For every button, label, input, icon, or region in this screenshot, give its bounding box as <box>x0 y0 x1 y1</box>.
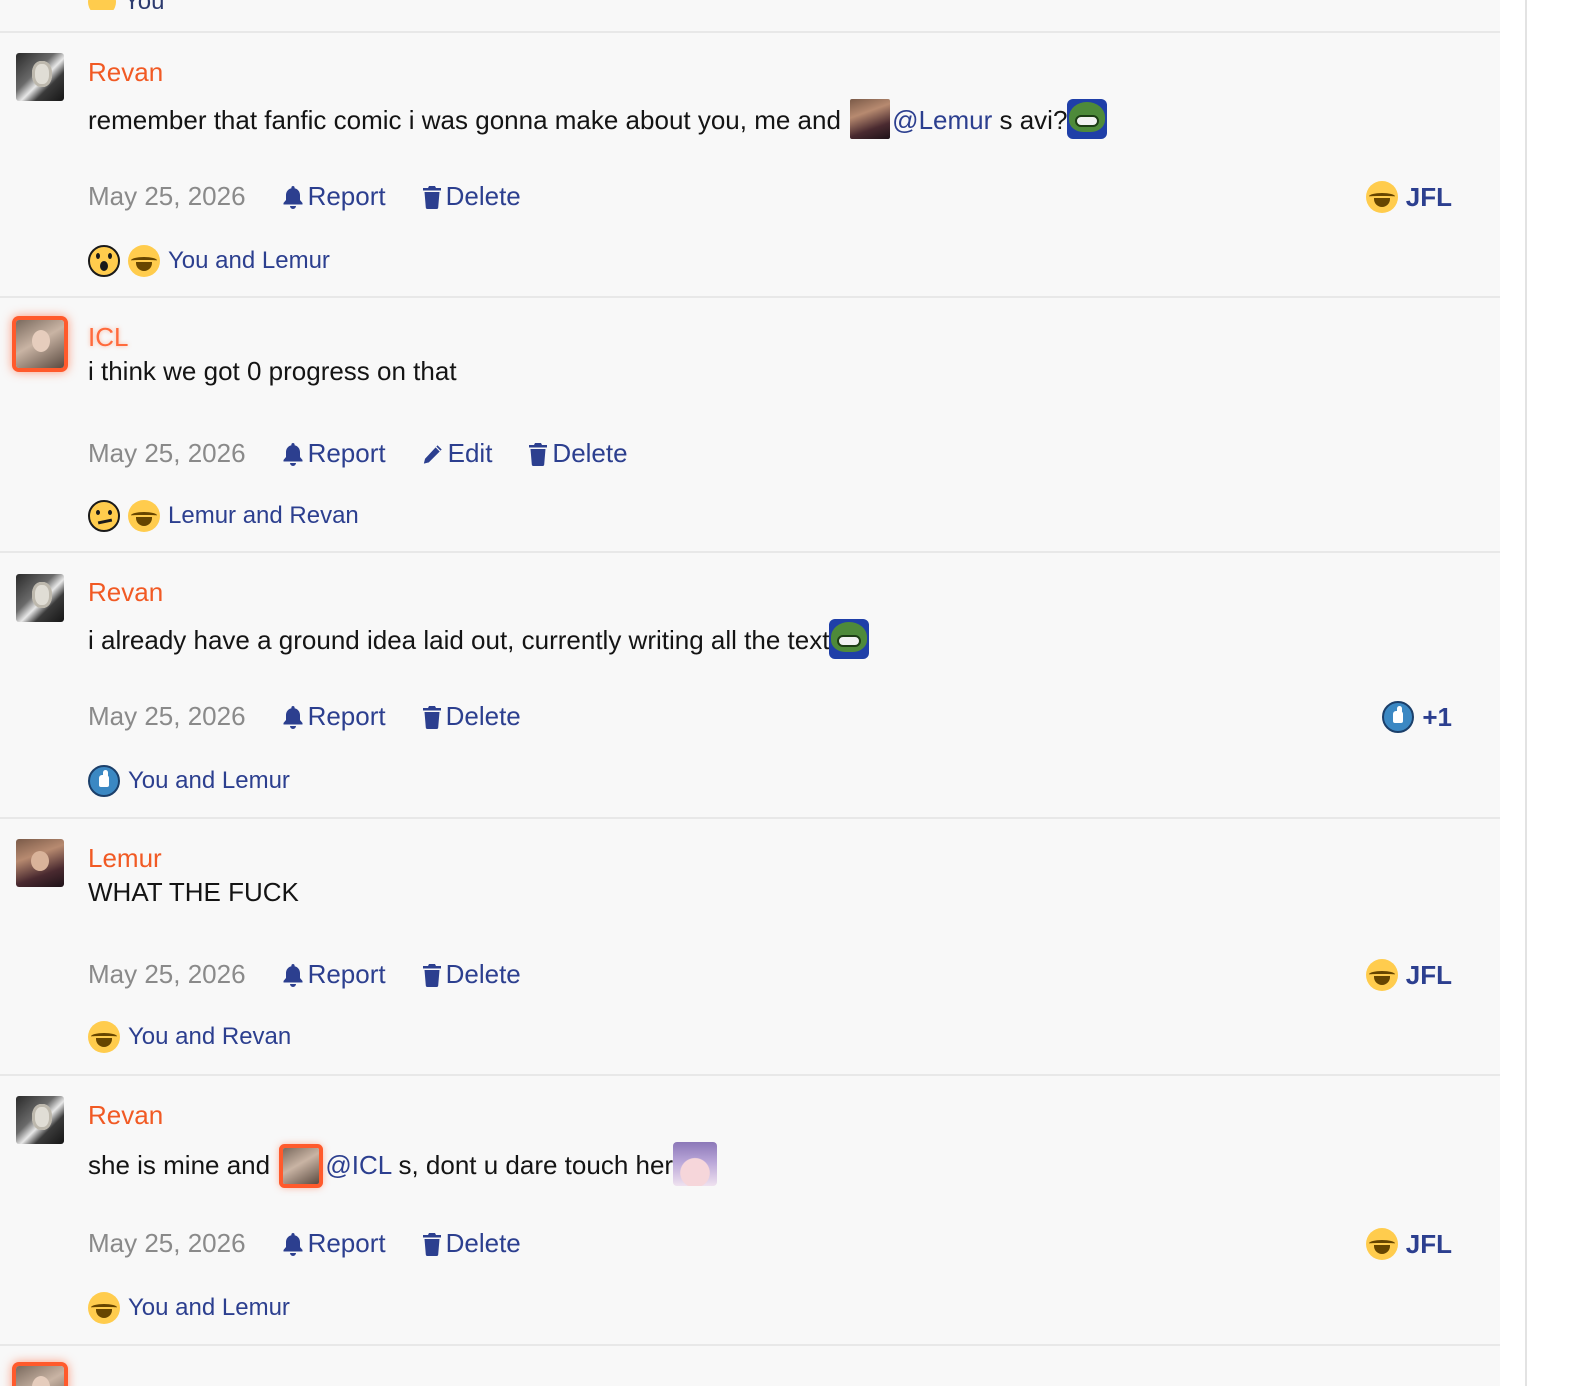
message-text: WHAT THE FUCK <box>88 877 299 907</box>
message-body: i think we got 0 progress on that <box>88 356 457 387</box>
message-date[interactable]: May 25, 2026 <box>88 438 246 469</box>
joy-icon <box>88 0 116 10</box>
bell-icon <box>283 1232 303 1256</box>
message-date[interactable]: May 25, 2026 <box>88 959 246 990</box>
thumbs-up-icon <box>88 765 120 797</box>
joy-icon <box>128 500 160 532</box>
author-name[interactable]: Revan <box>88 57 163 88</box>
message-body: WHAT THE FUCK <box>88 877 299 908</box>
bell-icon <box>283 442 303 466</box>
message-text: s, dont u dare touch her <box>391 1150 674 1180</box>
mention-link[interactable]: @ICL <box>325 1150 391 1180</box>
report-button[interactable]: Report <box>282 959 386 990</box>
message-meta: May 25, 2026 Report Delete <box>88 1228 557 1259</box>
reaction-summary[interactable]: You and Lemur <box>88 245 330 277</box>
message-meta: May 25, 2026 Report Edit Delete <box>88 438 664 469</box>
message-item: Revan i already have a ground idea laid … <box>0 551 1500 818</box>
message-body: i already have a ground idea laid out, c… <box>88 619 870 659</box>
message-item: Revan she is mine and @ICL s, dont u dar… <box>0 1074 1500 1345</box>
message-date[interactable]: May 25, 2026 <box>88 1228 246 1259</box>
previous-message-reactions[interactable]: You <box>88 0 165 10</box>
avatar[interactable] <box>16 839 64 887</box>
reaction-summary[interactable]: You and Revan <box>88 1021 291 1053</box>
anime-emote-icon <box>673 1142 718 1186</box>
reaction-badge[interactable]: JFL <box>1365 181 1452 213</box>
mention-link[interactable]: @Lemur <box>892 105 992 135</box>
reaction-summary[interactable]: You and Lemur <box>88 1292 290 1324</box>
delete-button[interactable]: Delete <box>422 1228 521 1259</box>
joy-icon <box>128 245 160 277</box>
joy-icon <box>1365 959 1398 991</box>
trash-icon <box>422 1232 441 1256</box>
edit-button[interactable]: Edit <box>421 438 492 469</box>
reaction-badge[interactable]: +1 <box>1382 701 1452 733</box>
trash-icon <box>422 963 441 987</box>
avatar[interactable] <box>16 1096 64 1144</box>
report-button[interactable]: Report <box>282 181 386 212</box>
reaction-summary[interactable]: Lemur and Revan <box>88 500 359 532</box>
trash-icon <box>422 705 441 729</box>
report-button[interactable]: Report <box>282 701 386 732</box>
delete-button[interactable]: Delete <box>422 701 521 732</box>
message-meta: May 25, 2026 Report Delete <box>88 181 557 212</box>
message-meta: May 25, 2026 Report Delete <box>88 701 557 732</box>
message-item <box>0 1344 1500 1386</box>
message-item: Revan remember that fanfic comic i was g… <box>0 31 1500 297</box>
message-feed: You Revan remember that fanfic comic i w… <box>0 0 1500 1386</box>
wow-icon <box>88 245 120 277</box>
avatar[interactable] <box>16 574 64 622</box>
reaction-badge[interactable]: JFL <box>1365 1228 1452 1260</box>
report-button[interactable]: Report <box>282 1228 386 1259</box>
message-meta: May 25, 2026 Report Delete <box>88 959 557 990</box>
pepe-emote-icon <box>829 619 870 659</box>
message-text: she is mine and <box>88 1150 271 1180</box>
joy-icon <box>88 1021 120 1053</box>
message-item: Lemur WHAT THE FUCK May 25, 2026 Report … <box>0 817 1500 1075</box>
delete-button[interactable]: Delete <box>422 181 521 212</box>
delete-button[interactable]: Delete <box>422 959 521 990</box>
joy-icon <box>88 1292 120 1324</box>
bell-icon <box>283 963 303 987</box>
report-button[interactable]: Report <box>282 438 386 469</box>
message-body: remember that fanfic comic i was gonna m… <box>88 99 1108 139</box>
delete-button[interactable]: Delete <box>528 438 628 469</box>
joy-icon <box>1365 181 1398 213</box>
joy-icon <box>1365 1228 1398 1260</box>
pepe-emote-icon <box>1067 99 1108 139</box>
avatar[interactable] <box>16 320 64 368</box>
author-name[interactable]: Revan <box>88 1100 163 1131</box>
thinking-icon <box>88 500 120 532</box>
message-text: remember that fanfic comic i was gonna m… <box>88 105 841 135</box>
mention-avatar <box>283 1148 320 1184</box>
message-text: s avi? <box>992 105 1068 135</box>
bell-icon <box>283 185 303 209</box>
scrollbar-track[interactable] <box>1525 0 1527 1386</box>
reaction-badge[interactable]: JFL <box>1365 959 1452 991</box>
message-item: ICL i think we got 0 progress on that Ma… <box>0 296 1500 553</box>
author-name[interactable]: Lemur <box>88 843 162 874</box>
trash-icon <box>529 442 548 466</box>
message-text: i think we got 0 progress on that <box>88 356 457 386</box>
author-name[interactable]: ICL <box>88 322 128 353</box>
avatar[interactable] <box>16 53 64 101</box>
author-name[interactable]: Revan <box>88 577 163 608</box>
trash-icon <box>422 185 441 209</box>
thumbs-up-icon <box>1382 701 1415 733</box>
bell-icon <box>283 705 303 729</box>
message-date[interactable]: May 25, 2026 <box>88 181 246 212</box>
mention-avatar <box>850 99 891 139</box>
avatar[interactable] <box>16 1366 64 1386</box>
message-body: she is mine and @ICL s, dont u dare touc… <box>88 1142 718 1186</box>
reaction-summary[interactable]: You and Lemur <box>88 765 290 797</box>
message-date[interactable]: May 25, 2026 <box>88 701 246 732</box>
right-gutter <box>1500 0 1596 1386</box>
pencil-icon <box>421 443 443 465</box>
message-text: i already have a ground idea laid out, c… <box>88 625 830 655</box>
